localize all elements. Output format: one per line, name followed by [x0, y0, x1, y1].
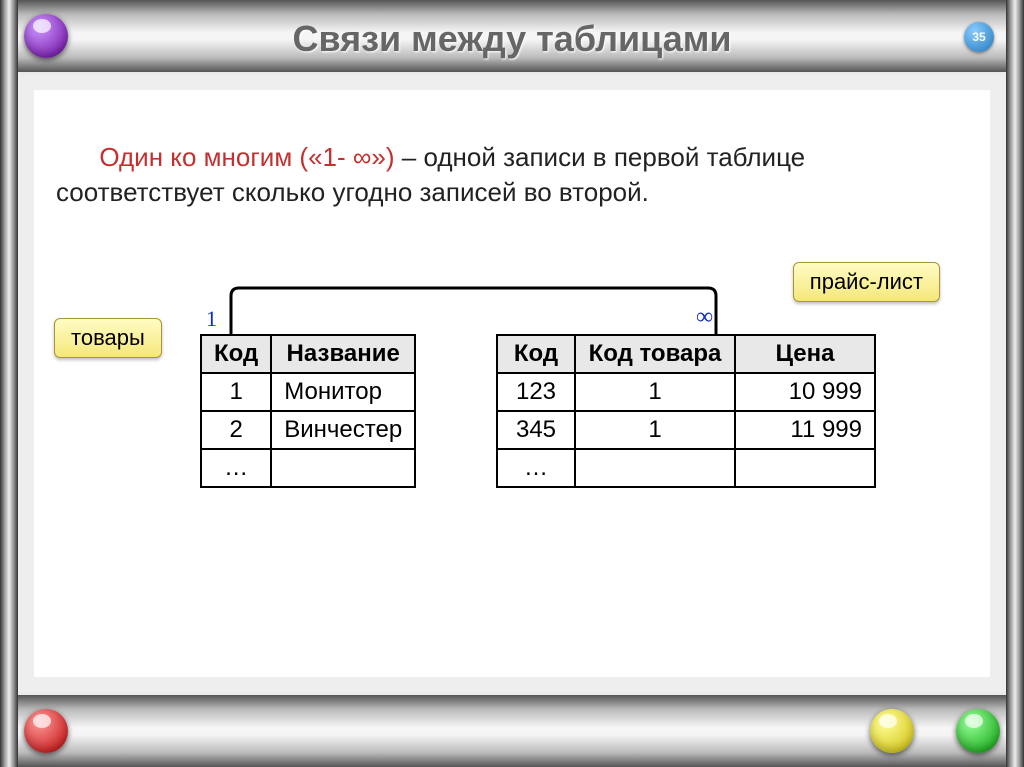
cardinality-many: ∞ [696, 304, 713, 331]
table-row: … [497, 449, 875, 487]
tag-products: товары [54, 318, 162, 358]
description-paragraph: Один ко многим («1- ∞») – одной записи в… [56, 140, 968, 210]
page-number-badge: 35 [964, 22, 994, 52]
cardinality-one: 1 [206, 306, 217, 332]
table-row: … [201, 449, 415, 487]
decor-ball-purple [24, 14, 68, 58]
frame-right [1006, 0, 1024, 767]
th-product-code: Код товара [575, 335, 735, 373]
page-title: Связи между таблицами [0, 18, 1024, 60]
decor-ball-green [956, 709, 1000, 753]
table-products: Код Название 1 Монитор 2 Винчестер … [200, 334, 416, 488]
table-row: 345 1 11 999 [497, 411, 875, 449]
table-pricelist: Код Код товара Цена 123 1 10 999 345 1 1… [496, 334, 876, 488]
frame-left [0, 0, 18, 767]
tag-pricelist: прайс-лист [793, 262, 940, 302]
decor-ball-red [24, 709, 68, 753]
table-row: 1 Монитор [201, 373, 415, 411]
highlight-text: Один ко многим («1- ∞») [99, 142, 394, 172]
th-name: Название [271, 335, 415, 373]
th-price: Цена [735, 335, 875, 373]
table-header-row: Код Название [201, 335, 415, 373]
th-code: Код [201, 335, 271, 373]
content-area: Один ко многим («1- ∞») – одной записи в… [34, 90, 990, 677]
table-row: 2 Винчестер [201, 411, 415, 449]
decor-ball-yellow [870, 709, 914, 753]
diagram: товары прайс-лист 1 ∞ Код Название 1 Мон… [56, 280, 968, 580]
table-row: 123 1 10 999 [497, 373, 875, 411]
table-header-row: Код Код товара Цена [497, 335, 875, 373]
th-code: Код [497, 335, 575, 373]
